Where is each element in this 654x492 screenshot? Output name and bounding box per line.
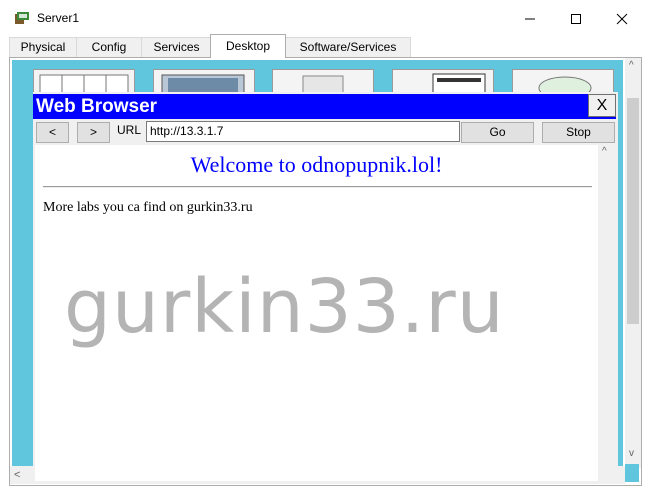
close-icon	[616, 13, 628, 25]
tab-desktop[interactable]: Desktop	[210, 34, 286, 58]
url-input[interactable]: http://13.3.1.7	[146, 121, 460, 142]
maximize-icon	[571, 14, 581, 24]
minimize-icon	[525, 18, 535, 20]
tab-services[interactable]: Services	[141, 37, 212, 57]
page-text: More labs you ca find on gurkin33.ru	[43, 200, 253, 215]
watermark-text: gurkin33.ru	[64, 264, 505, 350]
scrollbar-thumb[interactable]	[627, 98, 639, 324]
stop-button[interactable]: Stop	[542, 122, 615, 143]
scroll-down-icon[interactable]: v	[629, 448, 634, 459]
tab-config[interactable]: Config	[76, 37, 142, 57]
scroll-left-icon[interactable]: <	[14, 469, 20, 481]
tab-bar: Physical Config Services Desktop Softwar…	[9, 34, 411, 58]
back-button[interactable]: <	[36, 122, 69, 143]
browser-titlebar: Web Browser	[33, 94, 616, 119]
minimize-button[interactable]	[507, 6, 553, 32]
url-label: URL	[117, 123, 142, 137]
page-scroll-up-icon[interactable]: ^	[602, 146, 607, 157]
maximize-button[interactable]	[553, 6, 599, 32]
browser-close-button[interactable]: X	[588, 94, 616, 117]
tab-software-services[interactable]: Software/Services	[285, 37, 411, 57]
window-title: Server1	[37, 11, 80, 25]
vertical-scrollbar[interactable]: ^ v	[625, 58, 641, 468]
page-heading: Welcome to odnopupnik.lol!	[190, 152, 443, 177]
browser-title: Web Browser	[36, 96, 158, 117]
horizontal-rule	[43, 186, 592, 188]
scrollbar-corner	[625, 464, 639, 482]
server-app-icon	[15, 12, 29, 24]
go-button[interactable]: Go	[461, 122, 534, 143]
window-titlebar: Server1	[0, 0, 654, 36]
tab-physical[interactable]: Physical	[9, 37, 77, 57]
page-scrollbar[interactable]: ^	[598, 145, 615, 481]
forward-button[interactable]: >	[77, 122, 110, 143]
close-button[interactable]	[599, 6, 645, 32]
scroll-up-icon[interactable]: ^	[629, 60, 634, 71]
